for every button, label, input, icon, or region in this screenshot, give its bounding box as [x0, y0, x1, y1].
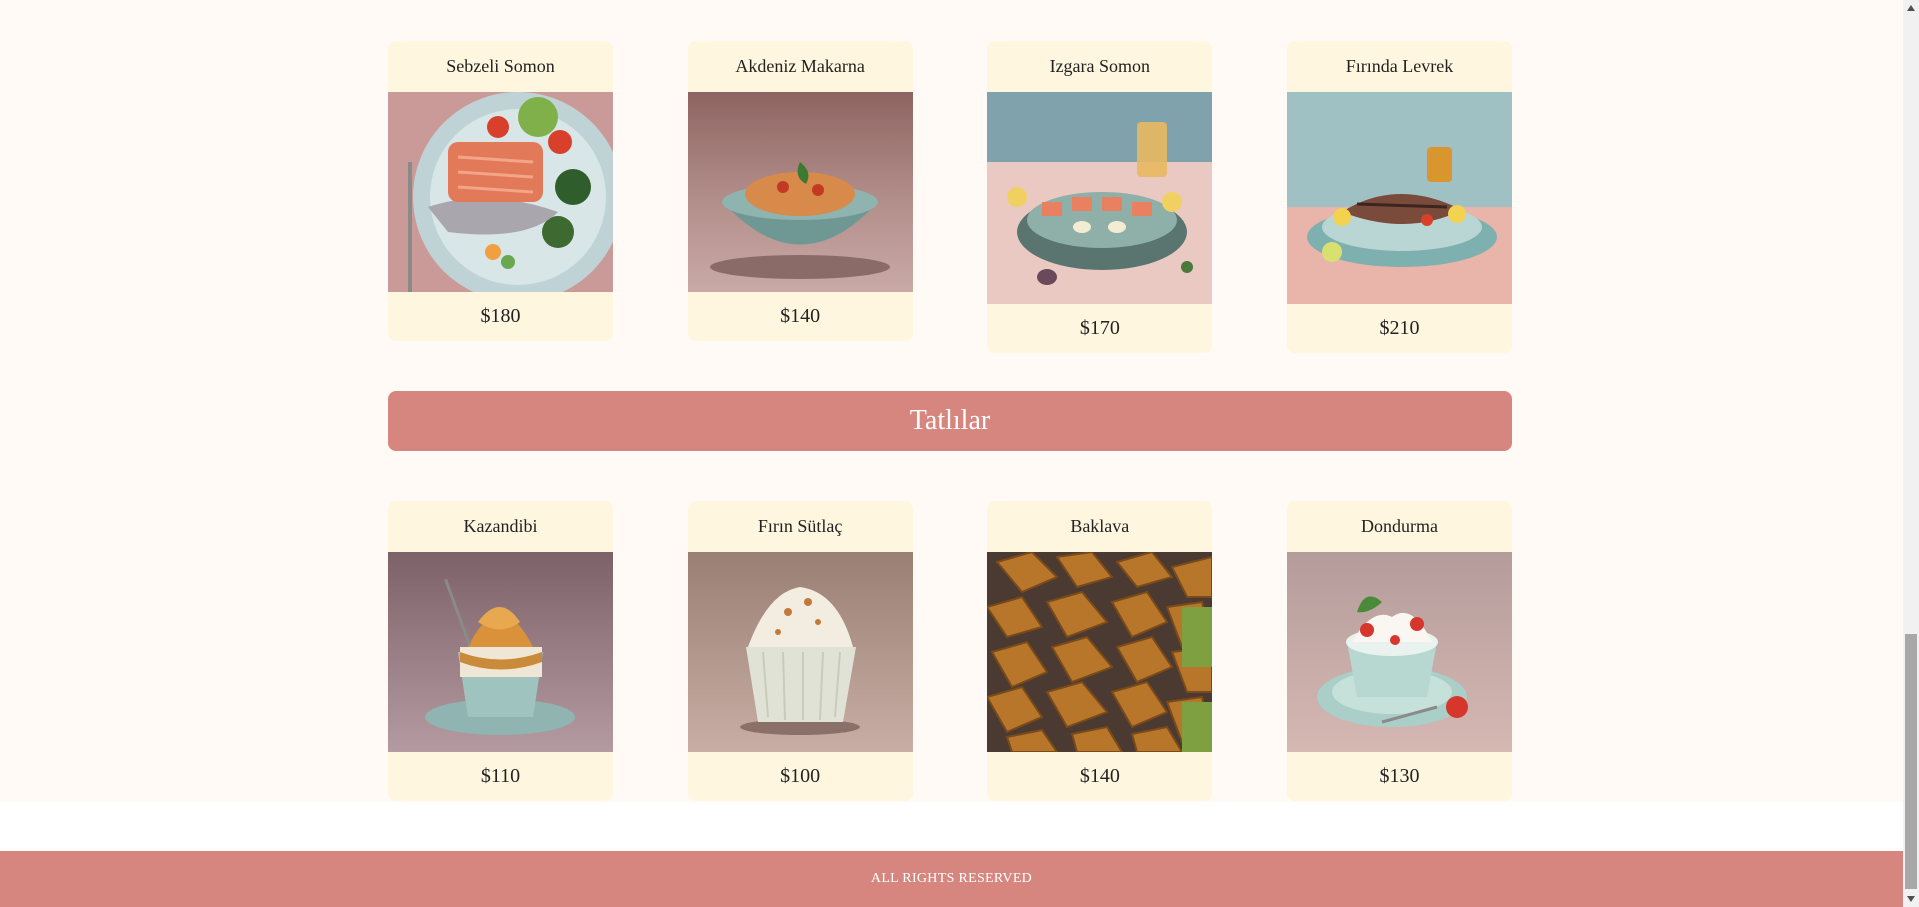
menu-card[interactable]: Baklava $140 [987, 501, 1213, 801]
dish-name: Kazandibi [463, 516, 538, 536]
dish-image-baked-sea-bass [1286, 92, 1512, 304]
dish-price: $110 [480, 765, 521, 787]
scroll-up-arrow-icon[interactable] [1903, 0, 1919, 16]
menu-grid-main-dishes: Sebzeli Somon $180 Akdeniz Makarna $140 … [388, 41, 1512, 353]
dish-name: Fırın Sütlaç [757, 516, 843, 536]
footer-copyright: ALL RIGHTS RESERVED [870, 871, 1033, 886]
dish-image-baklava [987, 552, 1213, 752]
dish-price: $180 [480, 305, 521, 327]
dish-image-kazandibi [388, 552, 613, 752]
dish-name: Baklava [1070, 516, 1130, 536]
dish-image-pasta [687, 92, 913, 292]
dish-price: $100 [780, 765, 821, 787]
menu-section: Sebzeli Somon $180 Akdeniz Makarna $140 … [0, 0, 1903, 802]
dish-image-sutlac [687, 552, 913, 752]
dish-name: Sebzeli Somon [446, 56, 555, 76]
menu-grid-desserts: Kazandibi $110 Fırın Sütlaç $100 Baklava… [388, 501, 1512, 801]
dish-name: Dondurma [1360, 516, 1438, 536]
dish-name: Izgara Somon [1049, 56, 1151, 76]
dish-image-grilled-salmon [987, 92, 1213, 304]
footer: ALL RIGHTS RESERVED [0, 851, 1903, 907]
dish-name: Fırında Levrek [1345, 56, 1454, 76]
menu-card[interactable]: Izgara Somon $170 [987, 41, 1213, 353]
menu-card[interactable]: Akdeniz Makarna $140 [687, 41, 913, 341]
scrollbar-thumb[interactable] [1905, 634, 1917, 889]
menu-card[interactable]: Dondurma $130 [1286, 501, 1512, 801]
dish-price: $140 [1079, 765, 1120, 787]
dish-image-dondurma [1286, 552, 1512, 752]
dish-price: $170 [1079, 317, 1120, 339]
dish-price: $140 [780, 305, 821, 327]
menu-card[interactable]: Fırın Sütlaç $100 [687, 501, 913, 801]
vertical-scrollbar[interactable] [1903, 0, 1919, 907]
menu-card[interactable]: Sebzeli Somon $180 [388, 41, 613, 341]
dish-image-salmon-vegetables [388, 92, 613, 292]
page-viewport: Sebzeli Somon $180 Akdeniz Makarna $140 … [0, 0, 1903, 907]
scroll-down-arrow-icon[interactable] [1903, 891, 1919, 907]
menu-card[interactable]: Kazandibi $110 [388, 501, 613, 801]
section-title-desserts: Tatlılar [388, 391, 1512, 451]
menu-card[interactable]: Fırında Levrek $210 [1286, 41, 1512, 353]
dish-name: Akdeniz Makarna [735, 56, 865, 76]
dish-price: $130 [1379, 765, 1420, 787]
dish-price: $210 [1379, 317, 1420, 339]
